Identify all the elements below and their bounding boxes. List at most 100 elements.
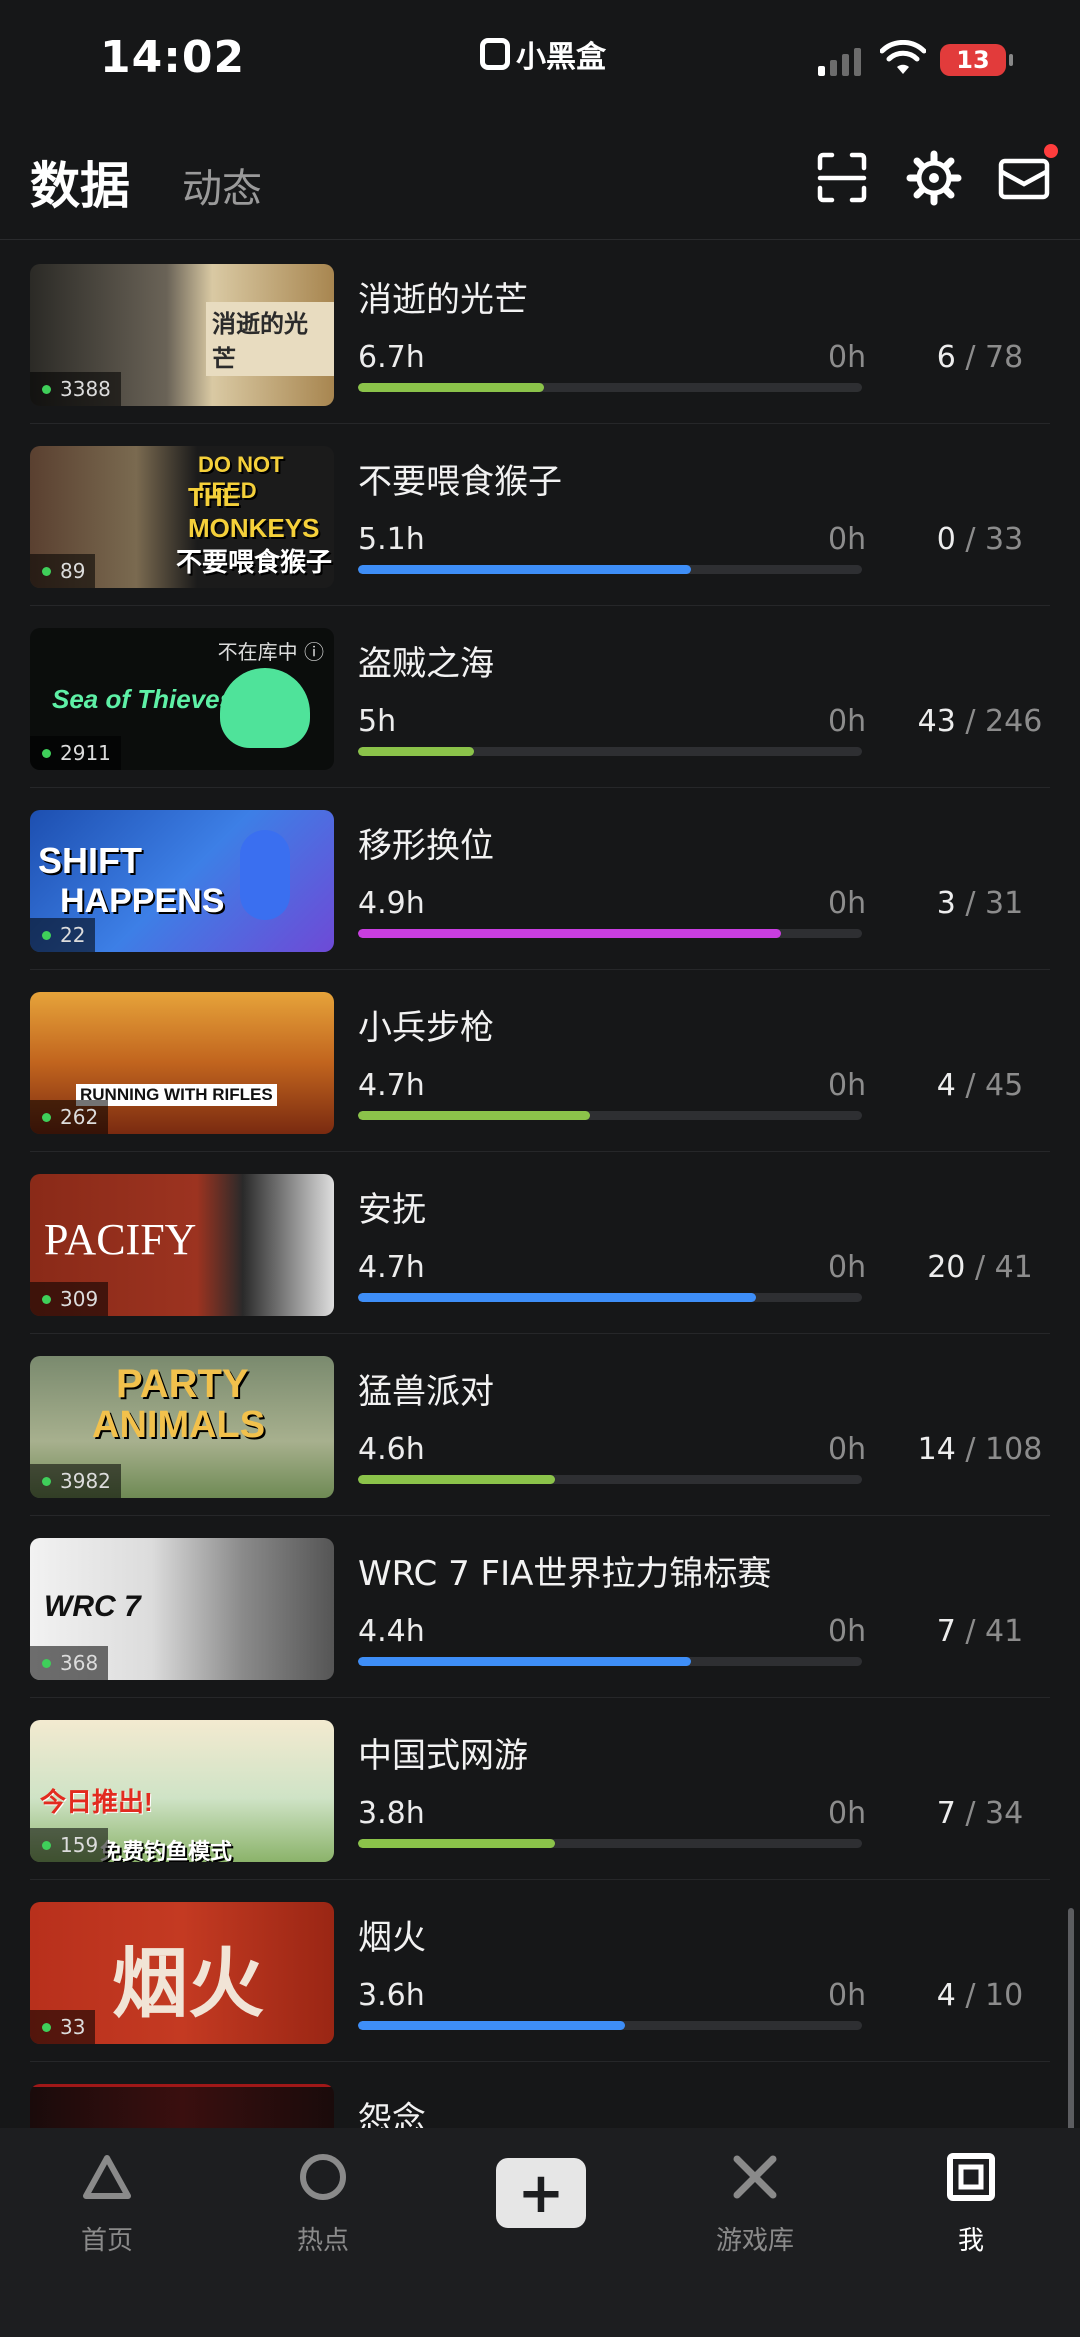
game-title: 中国式网游 (358, 1736, 528, 1776)
owners-count: 262 (30, 1100, 109, 1134)
game-cover: SHIFT HAPPENS 22 (30, 810, 334, 952)
status-time: 14:02 (100, 32, 246, 83)
nav-label: 游戏库 (715, 2226, 794, 2256)
playtime-progress-bar (358, 1475, 862, 1484)
list-item[interactable]: Sea of Thieves 不在库中 ⓘ 2911 盗贼之海 5h 0h 43… (0, 606, 1080, 788)
square-icon (947, 2153, 995, 2201)
progress-fill (358, 565, 691, 574)
game-cover: 烟火 33 (30, 1902, 334, 2044)
game-cover: 消逝的光芒 3388 (30, 264, 334, 406)
tab-feed[interactable]: 动态 (182, 156, 262, 214)
list-item[interactable]: SHIFT HAPPENS 22 移形换位 4.9h 0h 3 / 31 (0, 788, 1080, 970)
battery-level: 13 (956, 46, 990, 74)
list-item[interactable]: 消逝的光芒 3388 消逝的光芒 6.7h 0h 6 / 78 (0, 242, 1080, 424)
settings-gear-icon[interactable] (904, 148, 964, 208)
owners-count: 3982 (30, 1464, 121, 1498)
game-stats-list[interactable]: 消逝的光芒 3388 消逝的光芒 6.7h 0h 6 / 78 DO NOT F… (0, 242, 1080, 2128)
list-item[interactable]: RUNNING WITH RIFLES 262 小兵步枪 4.7h 0h 4 /… (0, 970, 1080, 1152)
progress-fill (358, 1657, 691, 1666)
scrollbar[interactable] (1068, 1908, 1074, 2128)
recent-playtime: 0h (828, 522, 867, 557)
recent-playtime: 0h (828, 1614, 867, 1649)
playtime-progress-bar (358, 747, 862, 756)
owners-count: 22 (30, 918, 96, 952)
game-title: 不要喂食猴子 (358, 462, 562, 502)
achievement-count: 4 / 10 (936, 1978, 1024, 2013)
game-title: 猛兽派对 (358, 1372, 494, 1412)
list-item[interactable]: PACIFY 309 安抚 4.7h 0h 20 / 41 (0, 1152, 1080, 1334)
playtime: 5.1h (358, 522, 425, 557)
game-title: 移形换位 (358, 826, 494, 866)
owners-count: 159 (30, 1828, 109, 1862)
progress-fill (358, 1839, 555, 1848)
playtime: 4.7h (358, 1250, 425, 1285)
recent-playtime: 0h (828, 1978, 867, 2013)
playtime-progress-bar (358, 565, 862, 574)
list-item[interactable]: PARTY ANIMALS 3982 猛兽派对 4.6h 0h 14 / 108 (0, 1334, 1080, 1516)
game-title: 小兵步枪 (358, 1008, 494, 1048)
progress-fill (358, 1293, 757, 1302)
nav-home[interactable]: 首页 (32, 2150, 182, 2257)
game-cover: PARTY ANIMALS 3982 (30, 1356, 334, 1498)
achievement-count: 0 / 33 (936, 522, 1024, 557)
achievement-count: 7 / 41 (936, 1614, 1024, 1649)
nav-library[interactable]: 游戏库 (680, 2150, 830, 2257)
list-item[interactable]: 怨念 (0, 2062, 1080, 2128)
not-in-library-label[interactable]: 不在库中 ⓘ (218, 636, 324, 665)
game-cover (30, 2084, 334, 2128)
add-button[interactable]: + (496, 2158, 586, 2228)
playtime-progress-bar (358, 1839, 862, 1848)
recent-playtime: 0h (828, 340, 867, 375)
nav-hot[interactable]: 热点 (248, 2150, 398, 2257)
game-title: WRC 7 FIA世界拉力锦标赛 (358, 1554, 772, 1594)
app-name: 小黑盒 (516, 40, 606, 75)
recent-playtime: 0h (828, 1796, 867, 1831)
wifi-icon (880, 40, 926, 74)
progress-fill (358, 747, 474, 756)
achievement-count: 14 / 108 (917, 1432, 1043, 1467)
progress-fill (358, 1475, 555, 1484)
nav-label: 首页 (80, 2226, 133, 2256)
owners-count: 368 (30, 1646, 109, 1680)
cross-icon (733, 2155, 777, 2199)
progress-fill (358, 929, 782, 938)
playtime-progress-bar (358, 929, 862, 938)
achievement-count: 43 / 246 (917, 704, 1043, 739)
recent-playtime: 0h (828, 1432, 867, 1467)
owners-count: 3388 (30, 372, 121, 406)
plus-icon: + (517, 2160, 565, 2226)
tab-data[interactable]: 数据 (30, 146, 130, 218)
game-title: 盗贼之海 (358, 644, 494, 684)
triangle-icon (83, 2155, 131, 2199)
achievement-count: 20 / 41 (927, 1250, 1033, 1285)
achievement-count: 7 / 34 (936, 1796, 1024, 1831)
playtime-progress-bar (358, 1111, 862, 1120)
progress-fill (358, 2021, 626, 2030)
playtime: 4.7h (358, 1068, 425, 1103)
mail-icon[interactable] (994, 144, 1058, 208)
recent-playtime: 0h (828, 1250, 867, 1285)
list-item[interactable]: 今日推出! 免费钓鱼模式 159 中国式网游 3.8h 0h 7 / 34 (0, 1698, 1080, 1880)
unread-dot (1044, 144, 1058, 158)
owners-count: 89 (30, 554, 96, 588)
game-cover: DO NOT FEED THE MONKEYS 不要喂食猴子 89 (30, 446, 334, 588)
battery-indicator: 13 (940, 44, 1013, 76)
scan-icon[interactable] (812, 148, 872, 208)
list-item[interactable]: 烟火 33 烟火 3.6h 0h 4 / 10 (0, 1880, 1080, 2062)
progress-fill (358, 1111, 590, 1120)
playtime: 4.9h (358, 886, 425, 921)
heybox-logo-icon (480, 38, 510, 70)
nav-me[interactable]: 我 (896, 2150, 1046, 2257)
achievement-count: 4 / 45 (936, 1068, 1024, 1103)
game-title: 安抚 (358, 1190, 426, 1230)
list-item[interactable]: WRC 7 368 WRC 7 FIA世界拉力锦标赛 4.4h 0h 7 / 4… (0, 1516, 1080, 1698)
circle-icon (300, 2154, 346, 2200)
list-item[interactable]: DO NOT FEED THE MONKEYS 不要喂食猴子 89 不要喂食猴子… (0, 424, 1080, 606)
playtime: 3.8h (358, 1796, 425, 1831)
game-cover: 今日推出! 免费钓鱼模式 159 (30, 1720, 334, 1862)
playtime: 5h (358, 704, 397, 739)
game-title: 怨念 (358, 2100, 426, 2128)
nav-label: 热点 (296, 2226, 349, 2256)
achievement-count: 6 / 78 (936, 340, 1024, 375)
game-cover: Sea of Thieves 不在库中 ⓘ 2911 (30, 628, 334, 770)
